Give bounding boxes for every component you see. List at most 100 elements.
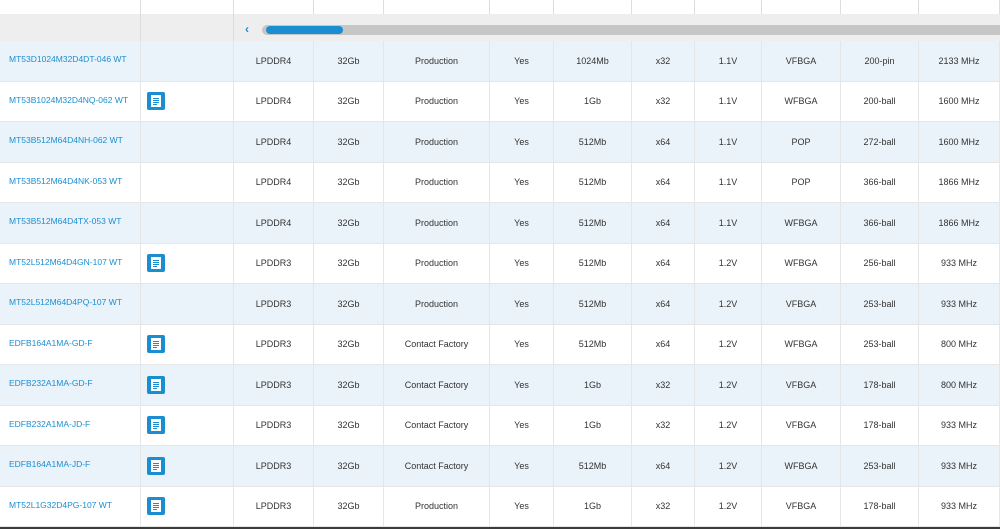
pins-cell: 366-ball: [841, 203, 919, 243]
speed-cell: 933 MHz: [919, 243, 1000, 283]
width-cell: x64: [632, 162, 695, 202]
horizontal-scrollbar-thumb[interactable]: [266, 26, 343, 34]
part-number-link[interactable]: MT53B512M64D4TX-053 WT: [0, 203, 141, 243]
table-row: MT53B512M64D4NH-062 WT LPDDR4 32Gb Producti…: [0, 122, 1000, 163]
density-cell: 32Gb: [314, 243, 384, 283]
table-row: MT53B512M64D4TX-053 WT LPDDR4 32Gb Producti…: [0, 203, 1000, 244]
datasheet-icon[interactable]: [147, 416, 165, 435]
speed-cell: 800 MHz: [919, 324, 1000, 364]
datasheet-cell: [141, 324, 234, 364]
pins-cell: 200-pin: [841, 41, 919, 81]
part-number-link[interactable]: EDFB232A1MA-GD-F: [0, 365, 141, 405]
rohs-cell: Yes: [490, 203, 554, 243]
column-divider: [234, 0, 314, 14]
status-cell: Contact Factory: [384, 324, 490, 364]
speed-cell: 933 MHz: [919, 486, 1000, 526]
density-cell: 32Gb: [314, 81, 384, 121]
part-number-link[interactable]: MT52L512M64D4PQ-107 WT: [0, 284, 141, 324]
package-cell: VFBGA: [762, 486, 841, 526]
type-cell: LPDDR3: [234, 486, 314, 526]
depth-cell: 512Mb: [554, 122, 632, 162]
table-row: MT53B1024M32D4NQ-062 WT LPDDR4 32Gb Product…: [0, 81, 1000, 122]
depth-cell: 1Gb: [554, 81, 632, 121]
horizontal-scrollbar-track[interactable]: [262, 25, 1000, 35]
datasheet-icon[interactable]: [147, 375, 165, 394]
table-row: MT52L512M64D4PQ-107 WT LPDDR3 32Gb Producti…: [0, 284, 1000, 325]
width-cell: x32: [632, 405, 695, 445]
datasheet-cell: [141, 243, 234, 283]
type-cell: LPDDR4: [234, 162, 314, 202]
density-cell: 32Gb: [314, 324, 384, 364]
voltage-cell: 1.2V: [695, 284, 762, 324]
voltage-cell: 1.1V: [695, 203, 762, 243]
part-number-link[interactable]: EDFB164A1MA-GD-F: [0, 324, 141, 364]
column-divider: [0, 0, 141, 14]
density-cell: 32Gb: [314, 122, 384, 162]
chevron-left-icon[interactable]: ‹: [245, 23, 255, 35]
speed-cell: 933 MHz: [919, 446, 1000, 486]
status-cell: Production: [384, 486, 490, 526]
pins-cell: 178-ball: [841, 405, 919, 445]
part-number-link[interactable]: MT53B1024M32D4NQ-062 WT: [0, 81, 141, 121]
voltage-cell: 1.2V: [695, 365, 762, 405]
part-number-link[interactable]: MT53B512M64D4NH-062 WT: [0, 122, 141, 162]
package-cell: VFBGA: [762, 284, 841, 324]
pins-cell: 200-ball: [841, 81, 919, 121]
datasheet-icon[interactable]: [147, 456, 165, 475]
part-number-link[interactable]: MT53D1024M32D4DT-046 WT: [0, 41, 141, 81]
part-number-link[interactable]: MT52L512M64D4GN-107 WT: [0, 243, 141, 283]
status-cell: Production: [384, 284, 490, 324]
type-cell: LPDDR3: [234, 446, 314, 486]
datasheet-cell: [141, 203, 234, 243]
column-divider: [141, 14, 234, 41]
table-row: EDFB232A1MA-JD-F LPDDR3 32Gb Contact Factor…: [0, 405, 1000, 446]
status-cell: Contact Factory: [384, 405, 490, 445]
pins-cell: 178-ball: [841, 365, 919, 405]
datasheet-icon[interactable]: [147, 92, 165, 111]
density-cell: 32Gb: [314, 41, 384, 81]
depth-cell: 512Mb: [554, 243, 632, 283]
voltage-cell: 1.1V: [695, 122, 762, 162]
datasheet-icon[interactable]: [147, 497, 165, 516]
speed-cell: 1600 MHz: [919, 81, 1000, 121]
part-number-link[interactable]: EDFB164A1MA-JD-F: [0, 446, 141, 486]
part-number-link[interactable]: MT52L1G32D4PG-107 WT: [0, 486, 141, 526]
speed-cell: 800 MHz: [919, 365, 1000, 405]
package-cell: WFBGA: [762, 446, 841, 486]
datasheet-icon[interactable]: [147, 335, 165, 354]
rohs-cell: Yes: [490, 446, 554, 486]
package-cell: POP: [762, 122, 841, 162]
rohs-cell: Yes: [490, 41, 554, 81]
width-cell: x64: [632, 284, 695, 324]
type-cell: LPDDR3: [234, 365, 314, 405]
package-cell: WFBGA: [762, 203, 841, 243]
datasheet-cell: [141, 284, 234, 324]
pins-cell: 178-ball: [841, 486, 919, 526]
datasheet-icon[interactable]: [147, 254, 165, 273]
type-cell: LPDDR4: [234, 81, 314, 121]
status-cell: Production: [384, 81, 490, 121]
speed-cell: 1866 MHz: [919, 162, 1000, 202]
part-number-link[interactable]: EDFB232A1MA-JD-F: [0, 405, 141, 445]
part-number-link[interactable]: MT53B512M64D4NK-053 WT: [0, 162, 141, 202]
table-row: EDFB164A1MA-GD-F LPDDR3 32Gb Contact Factor…: [0, 324, 1000, 365]
column-divider: [141, 0, 234, 14]
depth-cell: 512Mb: [554, 324, 632, 364]
column-divider: [919, 0, 1000, 14]
datasheet-cell: [141, 486, 234, 526]
density-cell: 32Gb: [314, 284, 384, 324]
depth-cell: 1024Mb: [554, 41, 632, 81]
table-row: MT52L1G32D4PG-107 WT LPDDR3 32Gb Production…: [0, 486, 1000, 527]
width-cell: x32: [632, 41, 695, 81]
table-row: MT53B512M64D4NK-053 WT LPDDR4 32Gb Producti…: [0, 162, 1000, 203]
rohs-cell: Yes: [490, 122, 554, 162]
status-cell: Production: [384, 162, 490, 202]
pins-cell: 253-ball: [841, 446, 919, 486]
width-cell: x32: [632, 81, 695, 121]
rohs-cell: Yes: [490, 243, 554, 283]
datasheet-cell: [141, 405, 234, 445]
column-divider: [632, 0, 695, 14]
speed-cell: 1866 MHz: [919, 203, 1000, 243]
datasheet-cell: [141, 81, 234, 121]
table-row: MT52L512M64D4GN-107 WT LPDDR3 32Gb Producti…: [0, 243, 1000, 284]
